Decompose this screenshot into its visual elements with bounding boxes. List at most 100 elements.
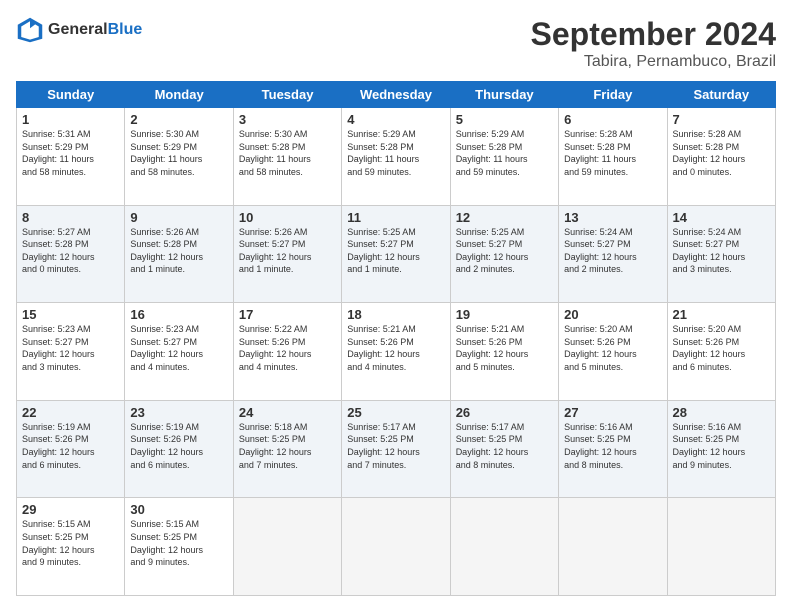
calendar-day-cell: 25Sunrise: 5:17 AM Sunset: 5:25 PM Dayli… bbox=[342, 400, 450, 498]
day-number: 20 bbox=[564, 307, 661, 322]
calendar-header-row: Sunday Monday Tuesday Wednesday Thursday… bbox=[17, 82, 776, 108]
calendar-day-cell: 29Sunrise: 5:15 AM Sunset: 5:25 PM Dayli… bbox=[17, 498, 125, 596]
calendar-day-cell: 5Sunrise: 5:29 AM Sunset: 5:28 PM Daylig… bbox=[450, 108, 558, 206]
title-block: September 2024 Tabira, Pernambuco, Brazi… bbox=[531, 16, 776, 71]
calendar-day-cell bbox=[450, 498, 558, 596]
calendar-day-cell: 16Sunrise: 5:23 AM Sunset: 5:27 PM Dayli… bbox=[125, 303, 233, 401]
day-info: Sunrise: 5:15 AM Sunset: 5:25 PM Dayligh… bbox=[22, 518, 119, 568]
col-monday: Monday bbox=[125, 82, 233, 108]
calendar-day-cell: 7Sunrise: 5:28 AM Sunset: 5:28 PM Daylig… bbox=[667, 108, 775, 206]
day-info: Sunrise: 5:26 AM Sunset: 5:28 PM Dayligh… bbox=[130, 226, 227, 276]
col-tuesday: Tuesday bbox=[233, 82, 341, 108]
day-number: 1 bbox=[22, 112, 119, 127]
day-number: 9 bbox=[130, 210, 227, 225]
day-info: Sunrise: 5:28 AM Sunset: 5:28 PM Dayligh… bbox=[564, 128, 661, 178]
col-saturday: Saturday bbox=[667, 82, 775, 108]
day-info: Sunrise: 5:30 AM Sunset: 5:29 PM Dayligh… bbox=[130, 128, 227, 178]
calendar-day-cell: 10Sunrise: 5:26 AM Sunset: 5:27 PM Dayli… bbox=[233, 205, 341, 303]
day-info: Sunrise: 5:16 AM Sunset: 5:25 PM Dayligh… bbox=[564, 421, 661, 471]
day-info: Sunrise: 5:29 AM Sunset: 5:28 PM Dayligh… bbox=[347, 128, 444, 178]
calendar-week-row: 1Sunrise: 5:31 AM Sunset: 5:29 PM Daylig… bbox=[17, 108, 776, 206]
day-info: Sunrise: 5:16 AM Sunset: 5:25 PM Dayligh… bbox=[673, 421, 770, 471]
calendar-day-cell bbox=[559, 498, 667, 596]
day-info: Sunrise: 5:15 AM Sunset: 5:25 PM Dayligh… bbox=[130, 518, 227, 568]
col-friday: Friday bbox=[559, 82, 667, 108]
day-info: Sunrise: 5:25 AM Sunset: 5:27 PM Dayligh… bbox=[347, 226, 444, 276]
calendar-day-cell: 1Sunrise: 5:31 AM Sunset: 5:29 PM Daylig… bbox=[17, 108, 125, 206]
calendar-day-cell: 11Sunrise: 5:25 AM Sunset: 5:27 PM Dayli… bbox=[342, 205, 450, 303]
day-info: Sunrise: 5:29 AM Sunset: 5:28 PM Dayligh… bbox=[456, 128, 553, 178]
calendar-day-cell: 15Sunrise: 5:23 AM Sunset: 5:27 PM Dayli… bbox=[17, 303, 125, 401]
day-info: Sunrise: 5:19 AM Sunset: 5:26 PM Dayligh… bbox=[130, 421, 227, 471]
calendar-day-cell: 3Sunrise: 5:30 AM Sunset: 5:28 PM Daylig… bbox=[233, 108, 341, 206]
calendar-day-cell: 28Sunrise: 5:16 AM Sunset: 5:25 PM Dayli… bbox=[667, 400, 775, 498]
logo: GeneralBlue bbox=[16, 16, 142, 44]
day-number: 4 bbox=[347, 112, 444, 127]
day-number: 25 bbox=[347, 405, 444, 420]
calendar-day-cell: 4Sunrise: 5:29 AM Sunset: 5:28 PM Daylig… bbox=[342, 108, 450, 206]
calendar-day-cell: 14Sunrise: 5:24 AM Sunset: 5:27 PM Dayli… bbox=[667, 205, 775, 303]
calendar-week-row: 29Sunrise: 5:15 AM Sunset: 5:25 PM Dayli… bbox=[17, 498, 776, 596]
day-number: 24 bbox=[239, 405, 336, 420]
day-info: Sunrise: 5:17 AM Sunset: 5:25 PM Dayligh… bbox=[456, 421, 553, 471]
calendar-table: Sunday Monday Tuesday Wednesday Thursday… bbox=[16, 81, 776, 596]
calendar-day-cell: 24Sunrise: 5:18 AM Sunset: 5:25 PM Dayli… bbox=[233, 400, 341, 498]
day-number: 18 bbox=[347, 307, 444, 322]
logo-text: GeneralBlue bbox=[48, 21, 142, 39]
calendar-day-cell: 30Sunrise: 5:15 AM Sunset: 5:25 PM Dayli… bbox=[125, 498, 233, 596]
day-number: 7 bbox=[673, 112, 770, 127]
day-number: 29 bbox=[22, 502, 119, 517]
day-number: 17 bbox=[239, 307, 336, 322]
main-title: September 2024 bbox=[531, 16, 776, 53]
day-number: 3 bbox=[239, 112, 336, 127]
calendar-day-cell: 26Sunrise: 5:17 AM Sunset: 5:25 PM Dayli… bbox=[450, 400, 558, 498]
day-number: 16 bbox=[130, 307, 227, 322]
day-info: Sunrise: 5:25 AM Sunset: 5:27 PM Dayligh… bbox=[456, 226, 553, 276]
calendar-day-cell: 19Sunrise: 5:21 AM Sunset: 5:26 PM Dayli… bbox=[450, 303, 558, 401]
day-info: Sunrise: 5:30 AM Sunset: 5:28 PM Dayligh… bbox=[239, 128, 336, 178]
day-info: Sunrise: 5:23 AM Sunset: 5:27 PM Dayligh… bbox=[130, 323, 227, 373]
calendar-day-cell: 9Sunrise: 5:26 AM Sunset: 5:28 PM Daylig… bbox=[125, 205, 233, 303]
calendar-day-cell: 22Sunrise: 5:19 AM Sunset: 5:26 PM Dayli… bbox=[17, 400, 125, 498]
calendar-day-cell: 27Sunrise: 5:16 AM Sunset: 5:25 PM Dayli… bbox=[559, 400, 667, 498]
day-info: Sunrise: 5:24 AM Sunset: 5:27 PM Dayligh… bbox=[564, 226, 661, 276]
day-info: Sunrise: 5:21 AM Sunset: 5:26 PM Dayligh… bbox=[456, 323, 553, 373]
calendar-day-cell: 8Sunrise: 5:27 AM Sunset: 5:28 PM Daylig… bbox=[17, 205, 125, 303]
calendar-day-cell: 20Sunrise: 5:20 AM Sunset: 5:26 PM Dayli… bbox=[559, 303, 667, 401]
calendar-day-cell: 13Sunrise: 5:24 AM Sunset: 5:27 PM Dayli… bbox=[559, 205, 667, 303]
col-thursday: Thursday bbox=[450, 82, 558, 108]
calendar-day-cell: 17Sunrise: 5:22 AM Sunset: 5:26 PM Dayli… bbox=[233, 303, 341, 401]
day-info: Sunrise: 5:24 AM Sunset: 5:27 PM Dayligh… bbox=[673, 226, 770, 276]
day-number: 28 bbox=[673, 405, 770, 420]
calendar-day-cell: 18Sunrise: 5:21 AM Sunset: 5:26 PM Dayli… bbox=[342, 303, 450, 401]
day-number: 27 bbox=[564, 405, 661, 420]
calendar-day-cell: 21Sunrise: 5:20 AM Sunset: 5:26 PM Dayli… bbox=[667, 303, 775, 401]
day-info: Sunrise: 5:28 AM Sunset: 5:28 PM Dayligh… bbox=[673, 128, 770, 178]
day-info: Sunrise: 5:31 AM Sunset: 5:29 PM Dayligh… bbox=[22, 128, 119, 178]
calendar-week-row: 8Sunrise: 5:27 AM Sunset: 5:28 PM Daylig… bbox=[17, 205, 776, 303]
day-info: Sunrise: 5:26 AM Sunset: 5:27 PM Dayligh… bbox=[239, 226, 336, 276]
day-number: 19 bbox=[456, 307, 553, 322]
col-wednesday: Wednesday bbox=[342, 82, 450, 108]
day-number: 5 bbox=[456, 112, 553, 127]
col-sunday: Sunday bbox=[17, 82, 125, 108]
day-info: Sunrise: 5:20 AM Sunset: 5:26 PM Dayligh… bbox=[673, 323, 770, 373]
subtitle: Tabira, Pernambuco, Brazil bbox=[531, 53, 776, 71]
day-number: 6 bbox=[564, 112, 661, 127]
day-number: 23 bbox=[130, 405, 227, 420]
calendar-day-cell: 12Sunrise: 5:25 AM Sunset: 5:27 PM Dayli… bbox=[450, 205, 558, 303]
logo-icon bbox=[16, 16, 44, 44]
page: GeneralBlue September 2024 Tabira, Perna… bbox=[0, 0, 792, 612]
calendar-day-cell: 6Sunrise: 5:28 AM Sunset: 5:28 PM Daylig… bbox=[559, 108, 667, 206]
day-info: Sunrise: 5:20 AM Sunset: 5:26 PM Dayligh… bbox=[564, 323, 661, 373]
day-info: Sunrise: 5:22 AM Sunset: 5:26 PM Dayligh… bbox=[239, 323, 336, 373]
header: GeneralBlue September 2024 Tabira, Perna… bbox=[16, 16, 776, 71]
day-number: 13 bbox=[564, 210, 661, 225]
day-info: Sunrise: 5:18 AM Sunset: 5:25 PM Dayligh… bbox=[239, 421, 336, 471]
calendar-week-row: 15 Sunrise: 5:23 AM Sunset: 5:27 PM Dayli… bbox=[17, 303, 776, 401]
day-info: Sunrise: 5:27 AM Sunset: 5:28 PM Dayligh… bbox=[22, 226, 119, 276]
day-info: Sunrise: 5:21 AM Sunset: 5:26 PM Dayligh… bbox=[347, 323, 444, 373]
day-number: 15 bbox=[22, 307, 119, 322]
day-info: Sunrise: 5:17 AM Sunset: 5:25 PM Dayligh… bbox=[347, 421, 444, 471]
calendar-day-cell bbox=[342, 498, 450, 596]
